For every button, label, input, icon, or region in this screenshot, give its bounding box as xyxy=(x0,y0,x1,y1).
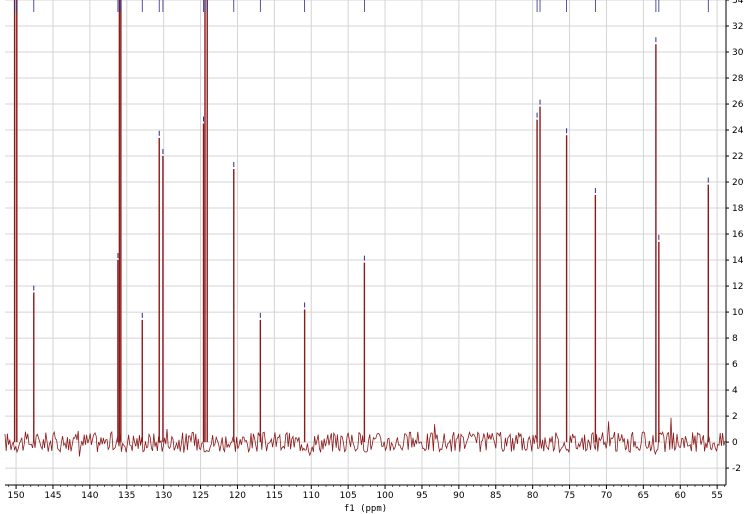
x-tick-label: 105 xyxy=(340,491,357,501)
peak-markers xyxy=(14,0,709,318)
y-tick-label: 22 xyxy=(732,152,743,162)
x-tick-label: 140 xyxy=(81,491,98,501)
y-tick-label: -2 xyxy=(732,464,741,474)
x-tick-label: 70 xyxy=(601,491,613,501)
y-tick-label: 26 xyxy=(732,100,744,110)
x-tick-label: 125 xyxy=(192,491,209,501)
peak-lines xyxy=(13,0,709,443)
x-tick-label: 80 xyxy=(527,491,539,501)
y-tick-label: 4 xyxy=(732,386,738,396)
y-tick-label: 6 xyxy=(732,360,738,370)
y-tick-label: 20 xyxy=(732,178,744,188)
x-tick-label: 85 xyxy=(490,491,501,501)
x-tick-label: 130 xyxy=(155,491,172,501)
x-tick-label: 135 xyxy=(118,491,135,501)
y-tick-label: 12 xyxy=(732,282,743,292)
y-tick-label: 28 xyxy=(732,74,744,84)
x-tick-label: 60 xyxy=(675,491,687,501)
y-tick-label: 30 xyxy=(732,48,744,58)
y-tick-label: 14 xyxy=(732,256,744,266)
y-tick-label: 34 xyxy=(732,0,744,6)
y-tick-label: 24 xyxy=(732,126,744,136)
y-tick-label: 8 xyxy=(732,334,738,344)
x-tick-label: 145 xyxy=(44,491,61,501)
x-tick-label: 150 xyxy=(7,491,24,501)
x-axis-title: f1 (ppm) xyxy=(344,504,387,514)
y-tick-label: 2 xyxy=(732,412,738,422)
chart-grid xyxy=(5,0,726,485)
y-tick-label: 16 xyxy=(732,230,744,240)
y-tick-label: 18 xyxy=(732,204,744,214)
x-tick-label: 90 xyxy=(453,491,465,501)
chart-axes: 150 145 140 135 130 125 120 115 110 105 100 95 90 85 8… xyxy=(5,0,744,501)
x-tick-label: 110 xyxy=(303,491,320,501)
y-tick-label: 0 xyxy=(732,438,738,448)
x-tick-label: 115 xyxy=(266,491,283,501)
x-tick-label: 75 xyxy=(564,491,575,501)
x-tick-label: 65 xyxy=(638,491,649,501)
x-tick-label: 100 xyxy=(376,491,393,501)
x-tick-label: 120 xyxy=(229,491,246,501)
y-tick-label: 10 xyxy=(732,308,744,318)
x-tick-label: 95 xyxy=(416,491,427,501)
nmr-spectrum-chart: 150 145 140 135 130 125 120 115 110 105 100 95 90 85 8… xyxy=(4,0,744,514)
y-tick-label: 32 xyxy=(732,22,743,32)
x-tick-label: 55 xyxy=(711,491,722,501)
